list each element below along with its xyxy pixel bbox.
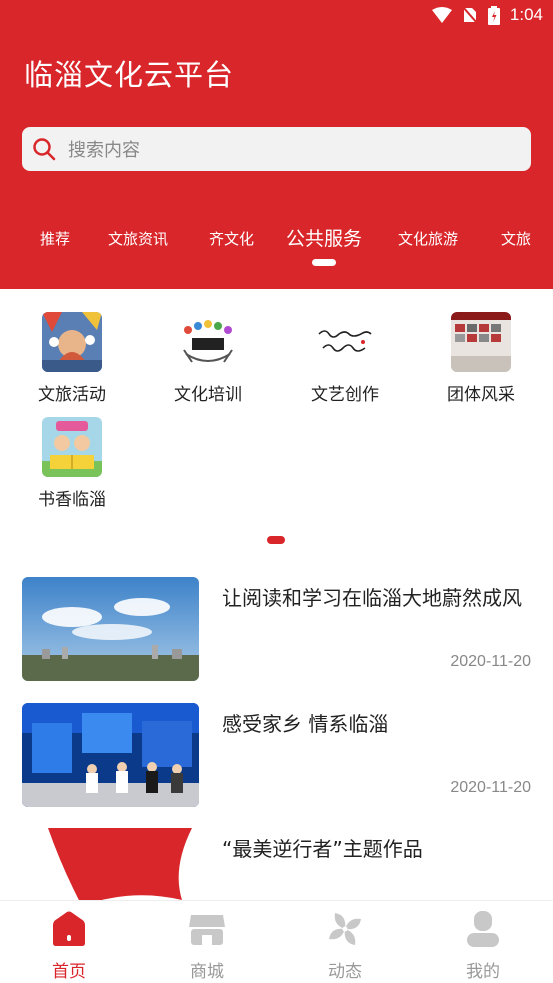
service-label: 文旅活动 [38,385,106,405]
service-label: 团体风采 [447,385,515,405]
news-thumbnail [22,577,199,681]
news-item[interactable]: 感受家乡 情系临淄 2020-11-20 [22,703,531,807]
home-icon [53,911,85,946]
nav-label: 首页 [52,962,86,982]
search-bar[interactable]: 搜索内容 [22,127,531,171]
nav-label: 动态 [328,962,362,982]
news-thumbnail [22,703,199,807]
service-label: 文艺创作 [311,385,379,405]
training-thumbnail [178,312,238,372]
nav-store[interactable]: 商城 [167,909,247,982]
app-title: 临淄文化云平台 [24,58,235,92]
activities-thumbnail [42,312,102,372]
header: 1:04 临淄文化云平台 搜索内容 推荐 文旅资讯 齐文化 公共服务 文化旅游 … [0,0,553,289]
nav-profile[interactable]: 我的 [443,909,523,982]
tab-public-service[interactable]: 公共服务 [286,224,362,251]
groups-thumbnail [451,312,511,372]
nav-feed[interactable]: 动态 [305,909,385,982]
status-time: 1:04 [509,5,543,24]
battery-icon [487,5,500,25]
news-item[interactable]: 让阅读和学习在临淄大地蔚然成风 2020-11-20 [22,577,531,681]
creation-thumbnail [315,312,375,372]
pinwheel-icon [329,913,361,945]
service-item-groups[interactable]: 团体风采 [421,312,541,405]
status-bar: 1:04 [0,0,553,30]
reading-thumbnail [42,417,102,477]
tab-culture-more[interactable]: 文旅 [501,228,531,249]
user-icon [467,911,499,947]
page-indicator [267,536,285,544]
wifi-icon [431,7,452,23]
bottom-nav: 首页 商城 动态 我的 [0,900,553,983]
store-icon [189,915,225,945]
tab-culture-news[interactable]: 文旅资讯 [108,228,168,249]
category-tabs: 推荐 文旅资讯 齐文化 公共服务 文化旅游 文旅 [0,218,553,258]
nav-label: 我的 [466,962,500,982]
nav-label: 商城 [190,962,224,982]
service-label: 文化培训 [174,385,242,405]
search-icon [33,138,56,161]
service-label: 书香临淄 [38,490,106,510]
tab-qi-culture[interactable]: 齐文化 [209,228,254,249]
news-title: 感受家乡 情系临淄 [222,712,389,736]
news-date: 2020-11-20 [450,779,531,796]
service-item-training[interactable]: 文化培训 [148,312,268,405]
news-title: 让阅读和学习在临淄大地蔚然成风 [222,586,522,610]
tab-culture-travel[interactable]: 文化旅游 [398,228,458,249]
tab-recommend[interactable]: 推荐 [40,228,70,249]
tab-indicator [312,259,336,266]
service-item-creation[interactable]: 文艺创作 [285,312,405,405]
news-title: “最美逆行者”主题作品 [222,837,423,861]
service-item-reading[interactable]: 书香临淄 [12,417,132,510]
search-placeholder: 搜索内容 [68,140,140,161]
news-date: 2020-11-20 [450,653,531,670]
no-sim-icon [462,6,478,24]
service-item-activities[interactable]: 文旅活动 [12,312,132,405]
nav-home[interactable]: 首页 [29,909,109,982]
